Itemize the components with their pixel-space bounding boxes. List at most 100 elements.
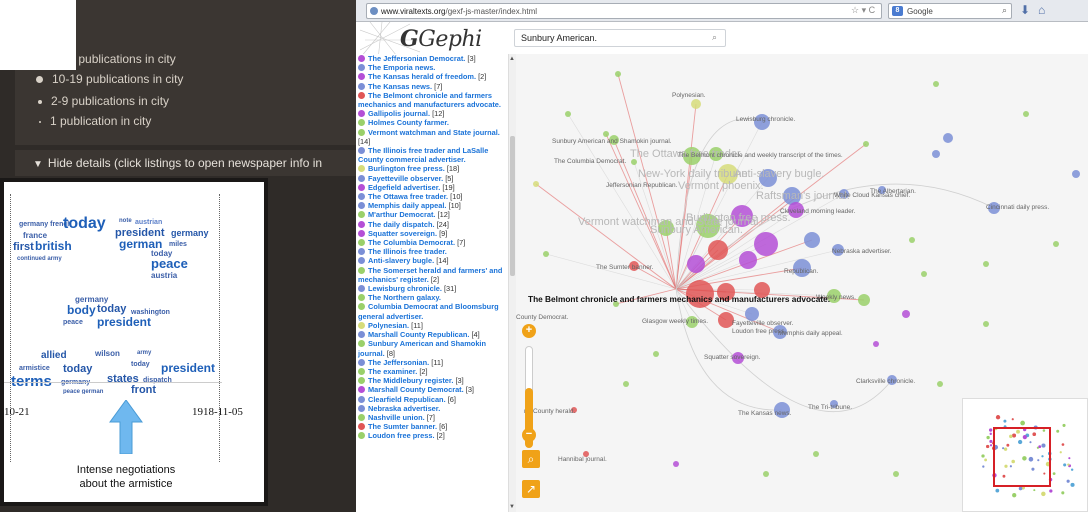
search-icon[interactable]: ⌕: [712, 32, 717, 43]
node-list-item[interactable]: Loudon free press. [2]: [356, 431, 508, 440]
graph-node[interactable]: [932, 150, 940, 158]
graph-node[interactable]: [1053, 241, 1059, 247]
graph-node[interactable]: [687, 255, 705, 273]
legend-item: 1 publication in city: [39, 114, 151, 128]
graph-node[interactable]: [804, 232, 820, 248]
graph-node[interactable]: [533, 181, 539, 187]
node-list-item[interactable]: The Kansas herald of freedom. [2]: [356, 72, 508, 81]
node-list-item[interactable]: Memphis daily appeal. [10]: [356, 201, 508, 210]
node-list-item[interactable]: The Ottawa free trader. [10]: [356, 192, 508, 201]
node-list-count: [7]: [457, 238, 466, 248]
node-list-item[interactable]: The Columbia Democrat. [7]: [356, 238, 508, 247]
node-list-item[interactable]: Gallipolis journal. [12]: [356, 109, 508, 118]
zoom-out-button[interactable]: −: [522, 428, 536, 442]
address-bar[interactable]: www.viraltexts.org/gexf-js-master/index.…: [366, 3, 882, 19]
zoom-in-button[interactable]: +: [522, 324, 536, 338]
graph-node[interactable]: [873, 341, 879, 347]
graph-node[interactable]: [615, 71, 621, 77]
node-list-item[interactable]: Sunbury American and Shamokin journal. […: [356, 339, 508, 358]
node-list-item[interactable]: Clearfield Republican. [6]: [356, 395, 508, 404]
graph-node[interactable]: [763, 471, 769, 477]
node-list-item[interactable]: Marshall County Democrat. [3]: [356, 385, 508, 394]
node-list-item[interactable]: The Middlebury register. [3]: [356, 376, 508, 385]
scroll-up-icon[interactable]: ▲: [509, 56, 515, 62]
graph-node[interactable]: [739, 251, 757, 269]
node-list-item[interactable]: Nashville union. [7]: [356, 413, 508, 422]
node-list-scrollbar[interactable]: ▲ ▼: [508, 54, 516, 512]
graph-node[interactable]: [708, 240, 728, 260]
graph-node[interactable]: [909, 237, 915, 243]
node-list-item[interactable]: Marshall County Republican. [4]: [356, 330, 508, 339]
node-list-item[interactable]: The Somerset herald and farmers' and mec…: [356, 266, 508, 284]
node-list-item[interactable]: The examiner. [2]: [356, 367, 508, 376]
node-list-item[interactable]: The Emporia news.: [356, 63, 508, 72]
graph-node[interactable]: [754, 232, 778, 256]
graph-node[interactable]: [691, 99, 701, 109]
node-list-item[interactable]: Lewisburg chronicle. [31]: [356, 284, 508, 293]
node-search-input[interactable]: Sunbury American. ⌕: [514, 29, 726, 47]
node-list-item[interactable]: The Jeffersonian. [11]: [356, 358, 508, 367]
download-icon[interactable]: ⬇: [1020, 3, 1030, 17]
node-list-item[interactable]: The Sumter banner. [6]: [356, 422, 508, 431]
reload-icon[interactable]: ☆ ▾ C: [851, 5, 875, 16]
graph-node[interactable]: [863, 141, 869, 147]
node-list-item[interactable]: The Kansas news. [7]: [356, 82, 508, 91]
node-list-item[interactable]: Columbia Democrat and Bloomsburg general…: [356, 302, 508, 321]
node-list-item[interactable]: Polynesian. [11]: [356, 321, 508, 330]
graph-node[interactable]: [893, 471, 899, 477]
node-color-dot: [358, 64, 365, 72]
graph-node[interactable]: [1023, 111, 1029, 117]
graph-node[interactable]: [565, 111, 571, 117]
node-list-item[interactable]: The Illinois free trader.: [356, 247, 508, 256]
scroll-thumb[interactable]: [510, 136, 515, 276]
node-list-item[interactable]: Nebraska advertiser.: [356, 404, 508, 413]
graph-node[interactable]: [1072, 170, 1080, 178]
search-icon[interactable]: ⌕: [1002, 5, 1007, 16]
graph-node[interactable]: [921, 271, 927, 277]
node-list-item[interactable]: The Belmont chronicle and farmers mechan…: [356, 91, 508, 109]
graph-node[interactable]: [543, 251, 549, 257]
cloud-caption: Intense negotiations about the armistice: [62, 464, 190, 492]
minimap-node: [982, 465, 985, 468]
network-graph[interactable]: Polynesian. Lewisburg chronicle. Sunbury…: [516, 54, 1088, 512]
graph-node[interactable]: [943, 133, 953, 143]
node-list-name: The Illinois free trader.: [368, 247, 447, 257]
node-list-item[interactable]: The Northern galaxy.: [356, 293, 508, 302]
node-list-item[interactable]: The daily dispatch. [24]: [356, 220, 508, 229]
graph-node[interactable]: [653, 351, 659, 357]
node-list-item[interactable]: M'arthur Democrat. [12]: [356, 210, 508, 219]
minimap-viewport[interactable]: [993, 427, 1051, 487]
graph-minimap[interactable]: [962, 398, 1088, 512]
graph-node[interactable]: [603, 131, 609, 137]
graph-node[interactable]: [813, 451, 819, 457]
node-list-item[interactable]: Anti-slavery bugle. [14]: [356, 256, 508, 265]
graph-node[interactable]: [858, 294, 870, 306]
minimap-node: [1063, 463, 1067, 467]
graph-node[interactable]: [937, 381, 943, 387]
node-list-item[interactable]: Burlington free press. [18]: [356, 164, 508, 173]
node-list-item[interactable]: Fayetteville observer. [5]: [356, 174, 508, 183]
browser-search-field[interactable]: 8 Google ⌕: [888, 3, 1012, 19]
graph-node[interactable]: [673, 461, 679, 467]
graph-node[interactable]: [745, 307, 759, 321]
node-search-value: Sunbury American.: [521, 33, 598, 43]
node-list-item[interactable]: The Jeffersonian Democrat. [3]: [356, 54, 508, 63]
node-list-item[interactable]: Holmes County farmer.: [356, 118, 508, 127]
search-icon[interactable]: ⌕: [522, 450, 540, 468]
graph-node[interactable]: [983, 261, 989, 267]
node-list-item[interactable]: Edgefield advertiser. [19]: [356, 183, 508, 192]
node-list-item[interactable]: Squatter sovereign. [9]: [356, 229, 508, 238]
graph-node[interactable]: [623, 381, 629, 387]
legend-bullet-icon: [39, 120, 41, 123]
node-list-item[interactable]: Vermont watchman and State journal. [14]: [356, 128, 508, 146]
settings-icon[interactable]: ↗: [522, 480, 540, 498]
graph-node[interactable]: [933, 81, 939, 87]
triangle-down-icon: ▼: [33, 159, 43, 170]
home-icon[interactable]: ⌂: [1038, 3, 1045, 17]
graph-node[interactable]: [902, 310, 910, 318]
node-list-item[interactable]: The Illinois free trader and LaSalle Cou…: [356, 146, 508, 164]
graph-node[interactable]: [983, 321, 989, 327]
details-toggle[interactable]: ▼ Hide details (click listings to open ne…: [15, 150, 360, 176]
scroll-down-icon[interactable]: ▼: [509, 504, 515, 510]
node-color-dot: [358, 183, 365, 191]
